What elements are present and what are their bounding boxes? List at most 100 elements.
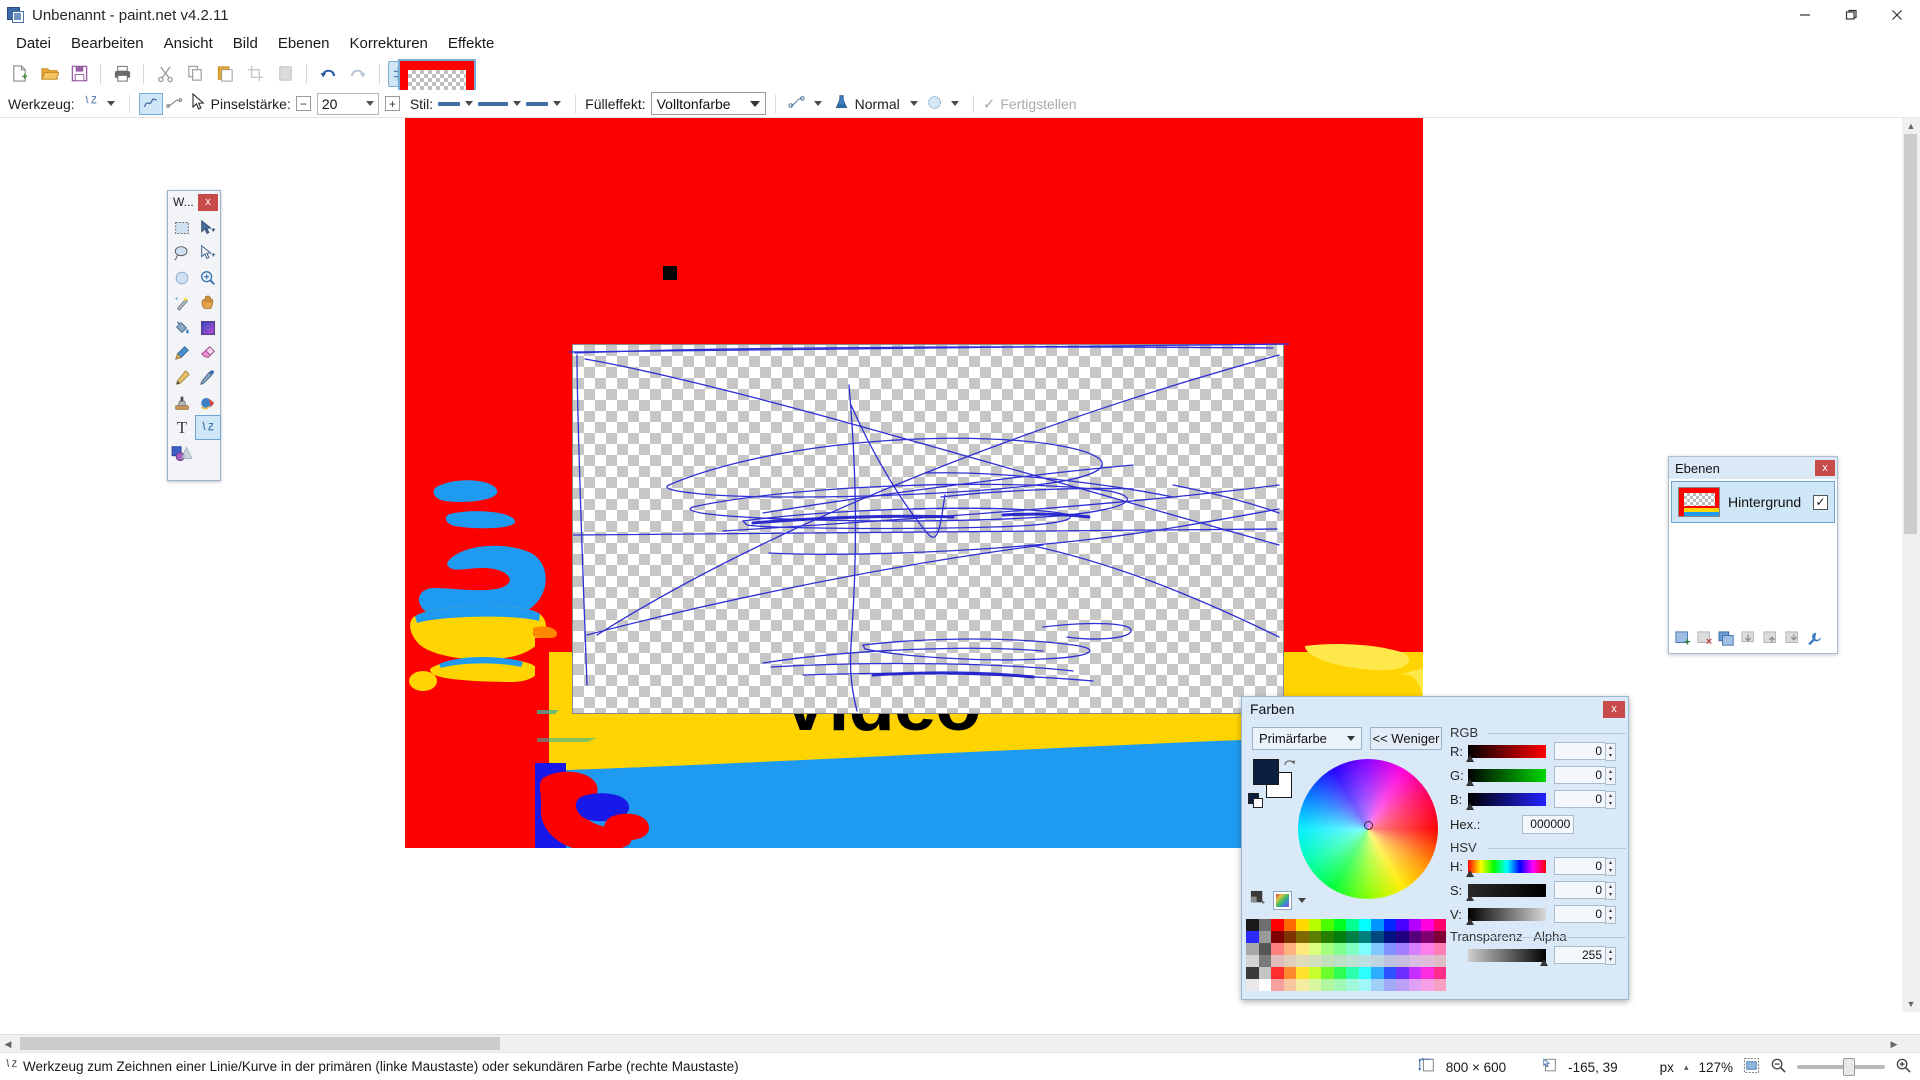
hand-icon[interactable] [195,290,221,315]
zoom-slider[interactable] [1797,1058,1885,1076]
deselect-icon[interactable] [272,61,298,87]
alpha-spinner[interactable]: ▴ ▾ [1605,947,1616,965]
tools-window[interactable]: W... x T [167,190,221,481]
recolor-icon[interactable] [195,390,221,415]
layers-panel-header[interactable]: Ebenen x [1669,457,1837,479]
paintbrush-icon[interactable] [169,340,195,365]
gradient-icon[interactable] [195,315,221,340]
palette-dropdown-caret[interactable] [1298,898,1306,903]
tools-window-close-icon[interactable]: x [198,193,218,211]
antialias-icon[interactable] [926,94,943,114]
zoom-in-icon[interactable] [1895,1057,1912,1077]
blue-spinner[interactable]: ▴ ▾ [1605,791,1616,809]
duplicate-layer-icon[interactable] [1718,631,1736,651]
red-value[interactable]: 0 ▴ ▾ [1554,742,1616,761]
value-spinner[interactable]: ▴ ▾ [1605,906,1616,924]
add-layer-icon[interactable] [1674,631,1692,651]
tools-window-header[interactable]: W... x [168,191,220,213]
hue-value[interactable]: 0 ▴ ▾ [1554,857,1616,876]
ellipse-select-tool[interactable] [169,265,195,290]
undo-arrow-icon[interactable] [315,61,341,87]
move-up-icon[interactable] [1762,631,1780,651]
blend-mode-caret[interactable] [909,101,918,106]
unit-label[interactable]: px [1660,1060,1674,1075]
line-end-cap-caret[interactable] [553,101,562,106]
saturation-value[interactable]: 0 ▴ ▾ [1554,881,1616,900]
redo-arrow-icon[interactable] [345,61,371,87]
save-disk-icon[interactable] [66,61,92,87]
maximize-icon[interactable] [1828,0,1874,30]
red-slider[interactable] [1466,744,1546,762]
draw-line-icon[interactable] [138,92,163,115]
open-folder-icon[interactable] [36,61,62,87]
fit-to-window-icon[interactable] [1743,1057,1760,1077]
rectangle-select-tool[interactable] [169,215,195,240]
line-dash-style-caret[interactable] [513,101,522,106]
layers-panel[interactable]: Ebenen x Hintergrund ✓ [1668,456,1838,654]
alpha-value[interactable]: 255 ▴ ▾ [1554,946,1616,965]
menu-item-ebenen[interactable]: Ebenen [268,31,340,56]
scroll-left-arrow[interactable]: ◀ [0,1035,16,1053]
layers-panel-close-icon[interactable]: x [1815,460,1835,476]
line-end-cap-preview[interactable] [526,101,549,106]
paste-icon[interactable] [212,61,238,87]
brush-width-input[interactable]: 20 [316,92,379,115]
line-curve-icon[interactable] [82,93,100,114]
vertical-scrollbar[interactable]: ▲ ▼ [1902,118,1920,1012]
menu-item-effekte[interactable]: Effekte [438,31,504,56]
brush-increase-button[interactable]: + [384,96,400,111]
new-file-icon[interactable] [6,61,32,87]
zoom-out-icon[interactable] [1770,1057,1787,1077]
scissors-icon[interactable] [152,61,178,87]
hue-spinner[interactable]: ▴ ▾ [1605,858,1616,876]
hue-slider[interactable] [1466,859,1546,877]
zoom-slider-knob[interactable] [1843,1058,1855,1076]
curve-nodes-caret[interactable] [813,101,822,106]
fill-effect-select[interactable]: Volltonfarbe [650,92,766,115]
value-value[interactable]: 0 ▴ ▾ [1554,905,1616,924]
finish-button[interactable]: Fertigstellen [1000,96,1076,112]
color-wheel-cursor[interactable] [1364,821,1373,830]
text-T-icon[interactable]: T [169,415,195,440]
swap-colors-icon[interactable] [1283,757,1297,771]
line-start-cap-preview[interactable] [438,101,461,106]
menu-item-datei[interactable]: Datei [6,31,61,56]
alpha-slider[interactable] [1468,948,1548,966]
tool-dropdown-caret[interactable] [106,101,115,106]
printer-icon[interactable] [109,61,135,87]
scroll-right-arrow[interactable]: ▶ [1886,1035,1902,1053]
move-selection-tool[interactable] [195,240,221,265]
vertical-scroll-thumb[interactable] [1904,134,1917,534]
horizontal-scroll-thumb[interactable] [20,1037,500,1050]
wrench-icon[interactable] [1806,631,1823,651]
colors-dialog[interactable]: Farben x Primärfarbe << Weniger RGB R: 0… [1241,696,1629,1000]
red-spinner[interactable]: ▴ ▾ [1605,743,1616,761]
add-swatch-icon[interactable] [1250,890,1267,911]
primary-color-swatch[interactable] [1253,759,1279,785]
clone-stamp-icon[interactable] [169,390,195,415]
pencil-icon[interactable] [169,365,195,390]
secondary-mini-swatch[interactable] [1253,798,1263,808]
copy-icon[interactable] [182,61,208,87]
blue-value[interactable]: 0 ▴ ▾ [1554,790,1616,809]
draw-curve-icon[interactable] [163,93,187,115]
palette-icon[interactable] [1273,891,1292,910]
magnifier-icon[interactable] [195,265,221,290]
close-icon[interactable] [1874,0,1920,30]
merge-down-icon[interactable] [1740,631,1758,651]
antialias-caret[interactable] [950,101,959,106]
line-dash-style-preview[interactable] [478,101,509,106]
scroll-up-arrow[interactable]: ▲ [1902,118,1920,134]
table-row[interactable]: Hintergrund ✓ [1671,481,1835,523]
delete-layer-icon[interactable] [1696,631,1714,651]
scroll-down-arrow[interactable]: ▼ [1902,996,1920,1012]
magic-wand-tool[interactable] [169,290,195,315]
eyedropper-icon[interactable] [195,365,221,390]
green-slider[interactable] [1466,768,1546,786]
less-options-button[interactable]: << Weniger [1370,727,1442,750]
canvas-area[interactable]: Video [0,118,1920,1030]
horizontal-scrollbar[interactable]: ◀ ▶ [0,1034,1920,1052]
colors-dialog-close-icon[interactable]: x [1603,700,1625,718]
transparent-region[interactable] [572,344,1284,714]
color-palette-grid[interactable] [1246,919,1446,991]
